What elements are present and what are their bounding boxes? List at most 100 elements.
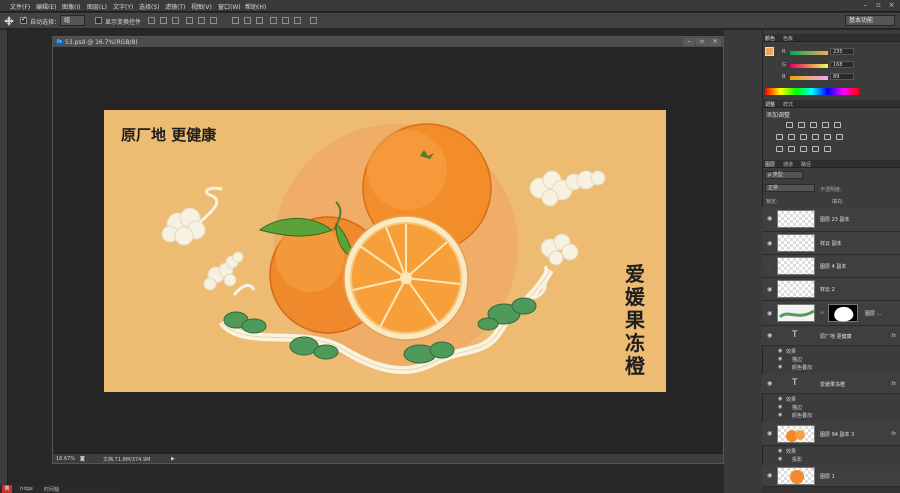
tab-paths[interactable]: 路径 xyxy=(801,161,811,168)
fx-icon[interactable]: fx xyxy=(891,431,896,437)
r-slider[interactable] xyxy=(790,51,828,55)
layer-row[interactable]: ◉ 祥云 2 xyxy=(762,278,900,301)
channel-mixer-icon[interactable] xyxy=(824,134,831,140)
g-slider[interactable] xyxy=(790,64,828,68)
distribute-left-icon[interactable] xyxy=(270,17,277,24)
b-slider[interactable] xyxy=(790,76,828,80)
align-vcenter-icon[interactable] xyxy=(160,17,167,24)
eye-icon[interactable]: ◉ xyxy=(767,472,772,479)
eye-icon[interactable]: ◉ xyxy=(767,430,772,437)
effect-eye-icon[interactable]: ◉ xyxy=(778,456,782,462)
tab-bridge[interactable]: ridge xyxy=(20,486,33,492)
minimize-icon[interactable]: – xyxy=(861,1,870,10)
close-icon[interactable]: × xyxy=(887,1,896,10)
layer-row[interactable]: ▫ 图层 4 副本 xyxy=(762,255,900,278)
color-ramp[interactable] xyxy=(765,88,859,95)
status-arrow-icon[interactable]: ▶ xyxy=(171,456,175,462)
distribute-vcenter-icon[interactable] xyxy=(244,17,251,24)
blend-mode-dropdown[interactable]: 正常 xyxy=(765,184,815,192)
doc-close-icon[interactable]: × xyxy=(709,38,721,46)
photo-filter-icon[interactable] xyxy=(812,134,819,140)
auto-align-icon[interactable] xyxy=(310,17,317,24)
distribute-bottom-icon[interactable] xyxy=(256,17,263,24)
tab-adjustments[interactable]: 调整 xyxy=(765,101,775,108)
align-left-icon[interactable] xyxy=(186,17,193,24)
color-balance-icon[interactable] xyxy=(788,134,795,140)
vibrance-icon[interactable] xyxy=(834,122,841,128)
layer-row[interactable]: ◉ ∞ 图层 ... xyxy=(762,301,900,326)
canvas[interactable]: 原厂地 更健康 爱 媛 果 冻 橙 xyxy=(104,110,666,392)
exposure-icon[interactable] xyxy=(822,122,829,128)
r-value[interactable]: 235 xyxy=(830,48,854,55)
selective-color-icon[interactable] xyxy=(824,146,831,152)
ime-icon[interactable]: 英 xyxy=(2,485,12,493)
color-lookup-icon[interactable] xyxy=(836,134,843,140)
menu-window[interactable]: 窗口(W) xyxy=(218,2,241,11)
effects-eye-icon[interactable]: ◉ xyxy=(778,448,782,454)
menu-select[interactable]: 选择(S) xyxy=(139,2,160,11)
eye-icon[interactable]: ◉ xyxy=(767,332,772,339)
hue-saturation-icon[interactable] xyxy=(776,134,783,140)
menu-view[interactable]: 视图(V) xyxy=(191,2,212,11)
tab-timeline[interactable]: 时间轴 xyxy=(44,486,59,493)
layer-row[interactable]: ◉ 图层 23 副本 xyxy=(762,207,900,232)
tab-swatches[interactable]: 色板 xyxy=(783,35,793,42)
eye-icon[interactable]: ◉ xyxy=(767,380,772,387)
eye-off-icon[interactable]: ▫ xyxy=(767,263,771,270)
doc-restore-icon[interactable]: ▫ xyxy=(696,38,708,46)
show-transform-checkbox[interactable] xyxy=(95,17,102,24)
brightness-icon[interactable] xyxy=(786,122,793,128)
zoom-level[interactable]: 16.67% xyxy=(56,456,75,462)
align-bottom-icon[interactable] xyxy=(172,17,179,24)
distribute-right-icon[interactable] xyxy=(294,17,301,24)
effect-eye-icon[interactable]: ◉ xyxy=(778,356,782,362)
eye-icon[interactable]: ◉ xyxy=(767,240,772,247)
eye-icon[interactable]: ◉ xyxy=(767,286,772,293)
eye-icon[interactable]: ◉ xyxy=(767,310,772,317)
menu-edit[interactable]: 编辑(E) xyxy=(36,2,56,11)
layer-row[interactable]: ◉ T 爱媛果冻橙 fx xyxy=(762,374,900,394)
menu-layer[interactable]: 图层(L) xyxy=(87,2,107,11)
effect-eye-icon[interactable]: ◉ xyxy=(778,404,782,410)
auto-select-dropdown[interactable]: 组 xyxy=(60,15,85,26)
layer-filter-dropdown[interactable]: ρ 类型 xyxy=(765,171,803,179)
b-value[interactable]: 89 xyxy=(830,73,854,80)
effect-eye-icon[interactable]: ◉ xyxy=(778,412,782,418)
link-icon[interactable]: ∞ xyxy=(820,304,826,322)
distribute-top-icon[interactable] xyxy=(232,17,239,24)
auto-select-checkbox[interactable]: ✓ xyxy=(20,15,27,24)
tab-color[interactable]: 颜色 xyxy=(765,35,775,42)
eye-icon[interactable]: ◉ xyxy=(767,215,772,222)
document-tab[interactable]: Ps 53.psd @ 16.7%(RGB/8) – ▫ × xyxy=(53,37,723,47)
align-top-icon[interactable] xyxy=(148,17,155,24)
threshold-icon[interactable] xyxy=(800,146,807,152)
g-value[interactable]: 168 xyxy=(830,61,854,68)
fx-icon[interactable]: fx xyxy=(891,381,896,387)
menu-filter[interactable]: 滤镜(T) xyxy=(165,2,185,11)
posterize-icon[interactable] xyxy=(788,146,795,152)
menu-type[interactable]: 文字(Y) xyxy=(113,2,133,11)
tab-layers[interactable]: 图层 xyxy=(765,161,775,168)
fx-icon[interactable]: fx xyxy=(891,333,896,339)
menu-help[interactable]: 帮助(H) xyxy=(245,2,266,11)
menu-file[interactable]: 文件(F) xyxy=(10,2,30,11)
effect-eye-icon[interactable]: ◉ xyxy=(778,364,782,370)
layer-row[interactable]: ◉ T 原厂地 更健康 fx xyxy=(762,326,900,346)
menu-image[interactable]: 图像(I) xyxy=(62,2,80,11)
curves-icon[interactable] xyxy=(810,122,817,128)
doc-minimize-icon[interactable]: – xyxy=(683,38,695,46)
align-right-icon[interactable] xyxy=(210,17,217,24)
move-tool-icon[interactable] xyxy=(4,16,14,26)
layer-row[interactable]: ◉ 图层 94 副本 3 fx xyxy=(762,422,900,446)
gradient-map-icon[interactable] xyxy=(812,146,819,152)
align-hcenter-icon[interactable] xyxy=(198,17,205,24)
layer-mask-thumbnail[interactable] xyxy=(828,304,858,322)
black-white-icon[interactable] xyxy=(800,134,807,140)
invert-icon[interactable] xyxy=(776,146,783,152)
foreground-swatch[interactable] xyxy=(765,47,774,56)
restore-icon[interactable]: ▫ xyxy=(874,1,883,10)
distribute-hcenter-icon[interactable] xyxy=(282,17,289,24)
tab-styles[interactable]: 样式 xyxy=(783,101,793,108)
effects-eye-icon[interactable]: ◉ xyxy=(778,396,782,402)
workspace-dropdown[interactable]: 基本功能 xyxy=(845,15,895,26)
